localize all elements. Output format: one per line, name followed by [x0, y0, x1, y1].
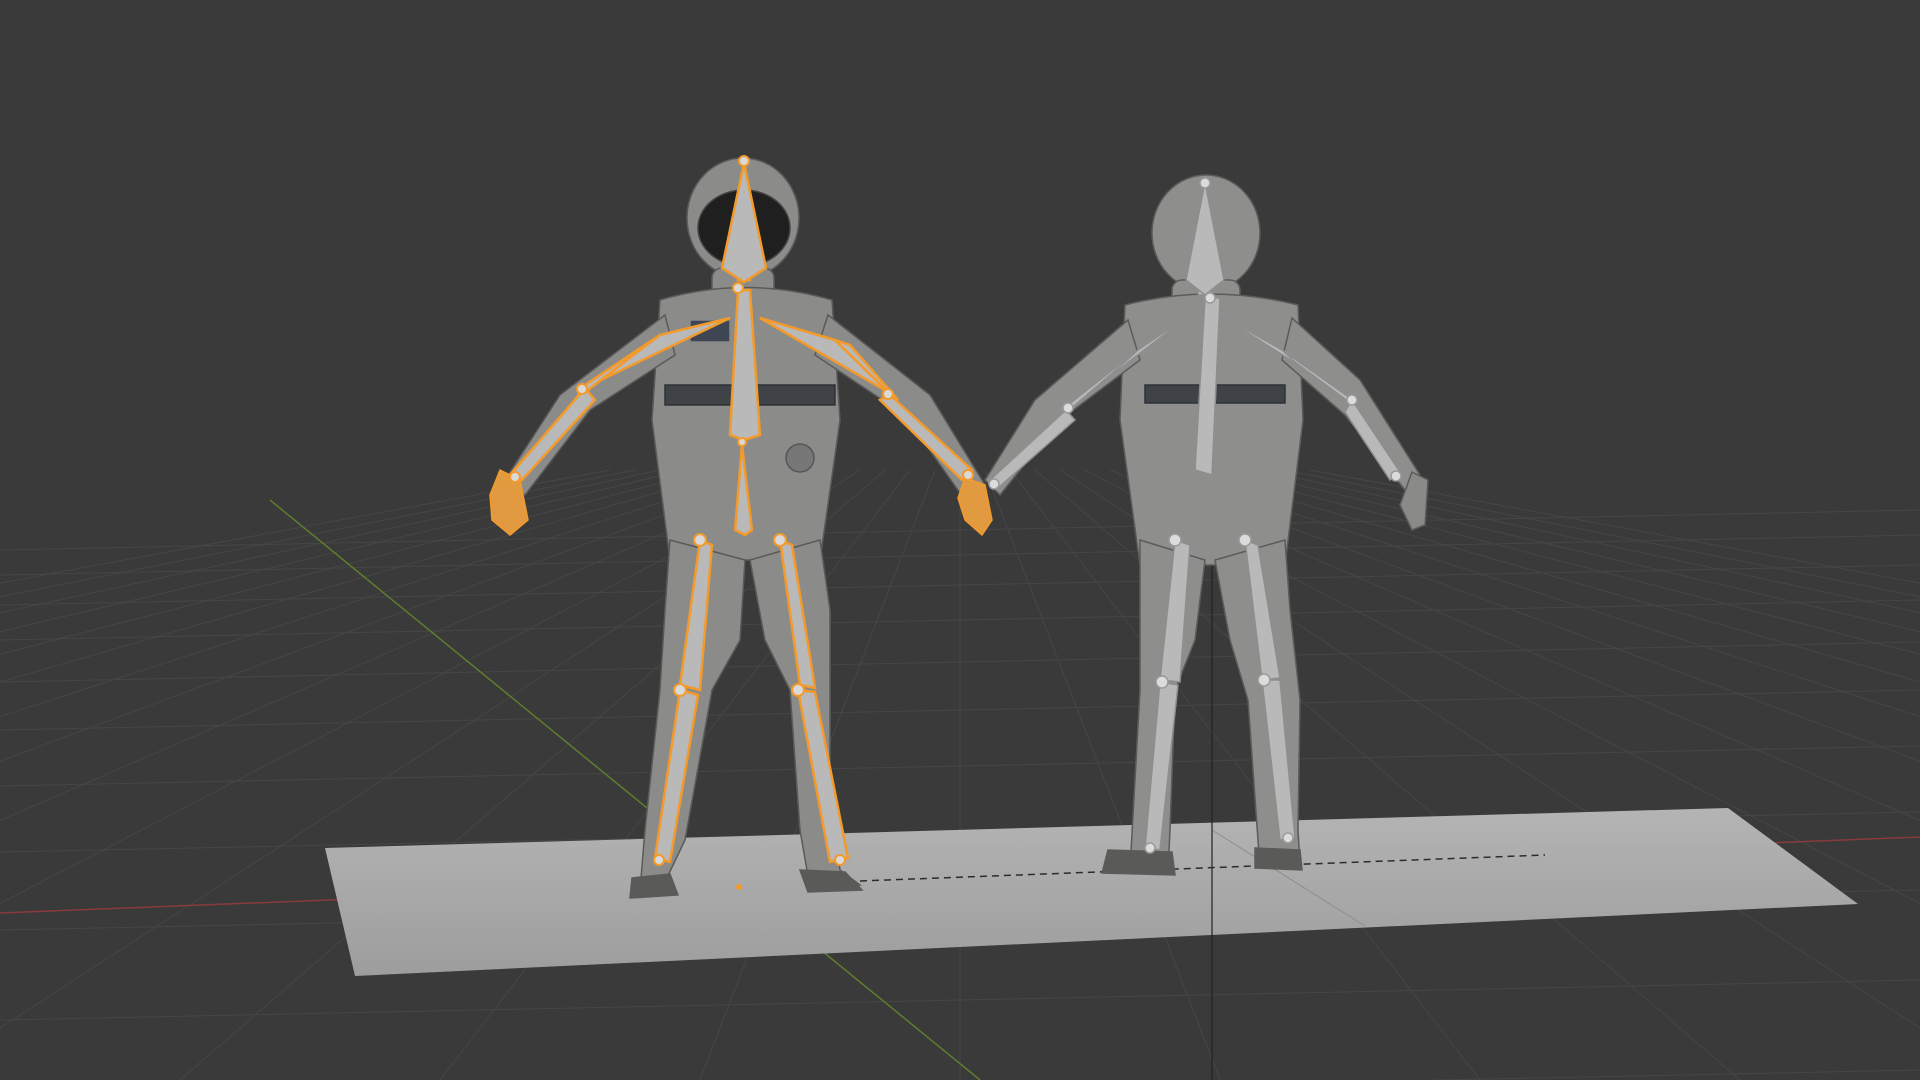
origin-point[interactable]: [736, 884, 742, 890]
viewport-canvas[interactable]: [0, 0, 1920, 1080]
3d-viewport[interactable]: [0, 0, 1920, 1080]
